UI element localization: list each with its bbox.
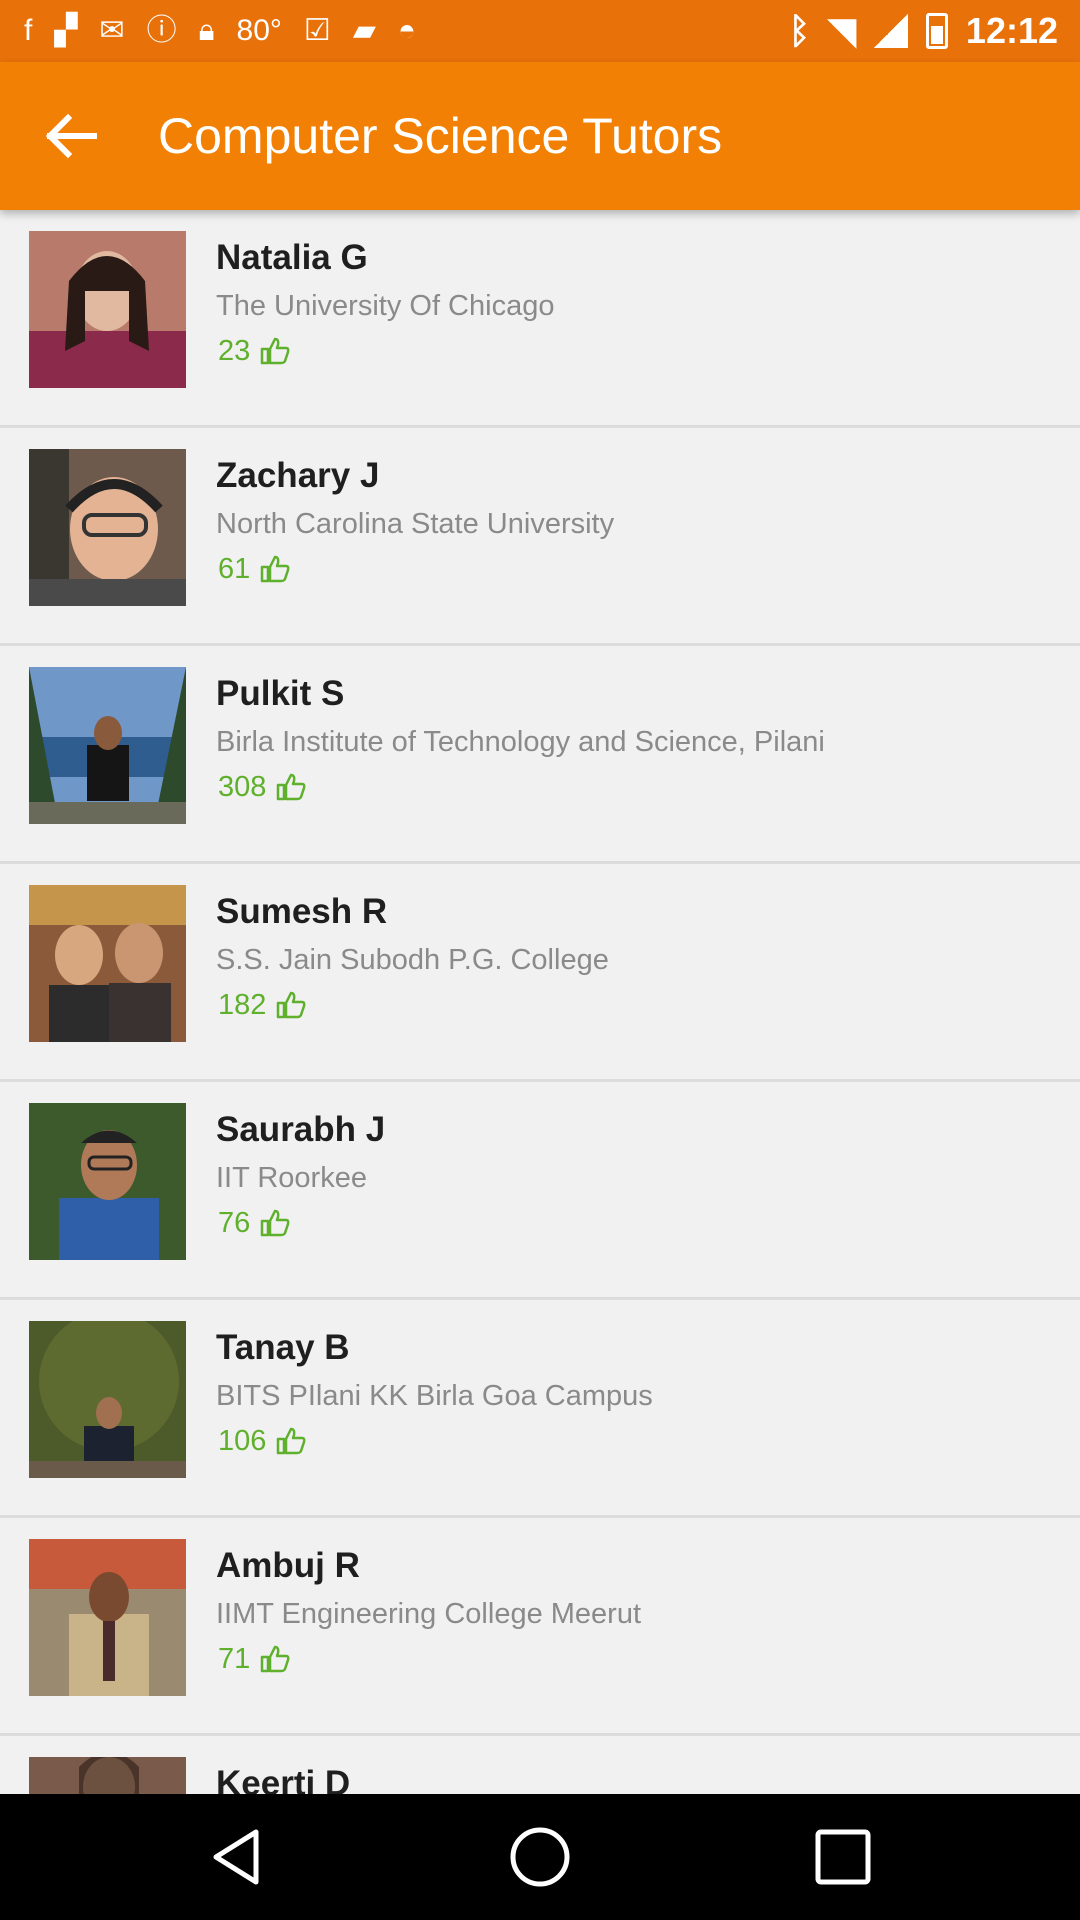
likes-count: 23	[218, 333, 290, 369]
back-triangle-icon	[213, 1829, 259, 1885]
thumbs-up-icon	[277, 991, 306, 1019]
signal-icon	[873, 14, 908, 48]
android-icon: ◓	[397, 14, 417, 47]
app-bar: Computer Science Tutors	[0, 62, 1080, 210]
avatar	[29, 667, 186, 824]
likes-count: 106	[218, 1423, 306, 1459]
thumbs-up-icon	[261, 555, 290, 583]
arrow-back-icon	[45, 113, 97, 159]
tutor-school: BITS PIlani KK Birla Goa Campus	[216, 1380, 653, 1412]
tutor-list-item[interactable]: Keerti D	[0, 1736, 1080, 1794]
tutor-school: S.S. Jain Subodh P.G. College	[216, 944, 609, 976]
gmail-icon: ✉	[99, 14, 125, 47]
tutor-list-item[interactable]: Natalia G The University Of Chicago 23	[0, 210, 1080, 428]
flipboard-icon: ▞	[54, 14, 78, 47]
inbox-icon: ☑	[303, 14, 331, 47]
likes-value: 308	[218, 771, 267, 803]
nav-recents-button[interactable]	[810, 1824, 876, 1890]
battery-icon	[925, 13, 948, 49]
clock: 12:12	[965, 10, 1058, 51]
tutor-list-item[interactable]: Ambuj R IIMT Engineering College Meerut …	[0, 1518, 1080, 1736]
system-status: ᛒ ◥ 12:12	[789, 10, 1058, 52]
avatar	[29, 1757, 186, 1794]
notification-icons: f ▞ ✉ ⓘ 🔒︎ 80° ☑ ▰ ◓	[24, 12, 416, 50]
likes-count: 61	[218, 551, 290, 587]
thumbs-up-icon	[277, 1427, 306, 1455]
lock-icon: 🔒︎	[198, 14, 215, 47]
avatar	[29, 449, 186, 606]
avatar	[29, 1321, 186, 1478]
tutor-name: Pulkit S	[216, 674, 345, 713]
likes-count: 308	[218, 769, 306, 805]
recents-square-icon	[815, 1829, 871, 1885]
thumbs-up-icon	[261, 1209, 290, 1237]
tutor-list-item[interactable]: Sumesh R S.S. Jain Subodh P.G. College 1…	[0, 864, 1080, 1082]
back-button[interactable]	[36, 104, 108, 168]
thumbs-up-icon	[261, 1645, 290, 1673]
likes-count: 76	[218, 1205, 290, 1241]
tutor-list-item[interactable]: Tanay B BITS PIlani KK Birla Goa Campus …	[0, 1300, 1080, 1518]
tutor-name: Natalia G	[216, 238, 368, 277]
tutor-name: Sumesh R	[216, 892, 388, 931]
tutor-school: IIT Roorkee	[216, 1162, 367, 1194]
wifi-icon: ◥	[828, 10, 856, 51]
avatar	[29, 1539, 186, 1696]
tutor-name: Saurabh J	[216, 1110, 386, 1149]
likes-value: 61	[218, 553, 251, 585]
tutor-school: IIMT Engineering College Meerut	[216, 1598, 642, 1630]
briefcase-icon: ▰	[352, 14, 376, 47]
temperature-text: 80°	[236, 14, 282, 47]
tutor-name: Tanay B	[216, 1328, 350, 1367]
tutor-school: North Carolina State University	[216, 508, 615, 540]
tutor-name: Zachary J	[216, 456, 380, 495]
thumbs-up-icon	[277, 773, 306, 801]
avatar	[29, 1103, 186, 1260]
likes-value: 106	[218, 1425, 267, 1457]
tutor-school: Birla Institute of Technology and Scienc…	[216, 726, 825, 758]
nav-home-button[interactable]	[507, 1824, 573, 1890]
tutor-list-item[interactable]: Saurabh J IIT Roorkee 76	[0, 1082, 1080, 1300]
likes-count: 71	[218, 1641, 290, 1677]
tutor-list-item[interactable]: Pulkit S Birla Institute of Technology a…	[0, 646, 1080, 864]
tutor-list-item[interactable]: Zachary J North Carolina State Universit…	[0, 428, 1080, 646]
tutor-name: Ambuj R	[216, 1546, 360, 1585]
likes-count: 182	[218, 987, 306, 1023]
status-bar: f ▞ ✉ ⓘ 🔒︎ 80° ☑ ▰ ◓ ᛒ ◥ 12:12	[0, 0, 1080, 62]
home-circle-icon	[510, 1827, 570, 1887]
page-title: Computer Science Tutors	[158, 108, 723, 164]
system-nav-bar	[0, 1794, 1080, 1920]
thumbs-up-icon	[261, 337, 290, 365]
tutor-list: Natalia G The University Of Chicago 23 Z…	[0, 210, 1080, 1794]
nav-back-button[interactable]	[204, 1824, 270, 1890]
likes-value: 76	[218, 1207, 251, 1239]
likes-value: 182	[218, 989, 267, 1021]
likes-value: 71	[218, 1643, 251, 1675]
avatar	[29, 231, 186, 388]
avatar	[29, 885, 186, 1042]
bluetooth-icon: ᛒ	[788, 10, 811, 51]
likes-value: 23	[218, 335, 251, 367]
facebook-icon: f	[24, 14, 33, 47]
alert-icon: ⓘ	[146, 14, 177, 47]
tutor-name: Keerti D	[216, 1764, 351, 1794]
tutor-school: The University Of Chicago	[216, 290, 555, 322]
